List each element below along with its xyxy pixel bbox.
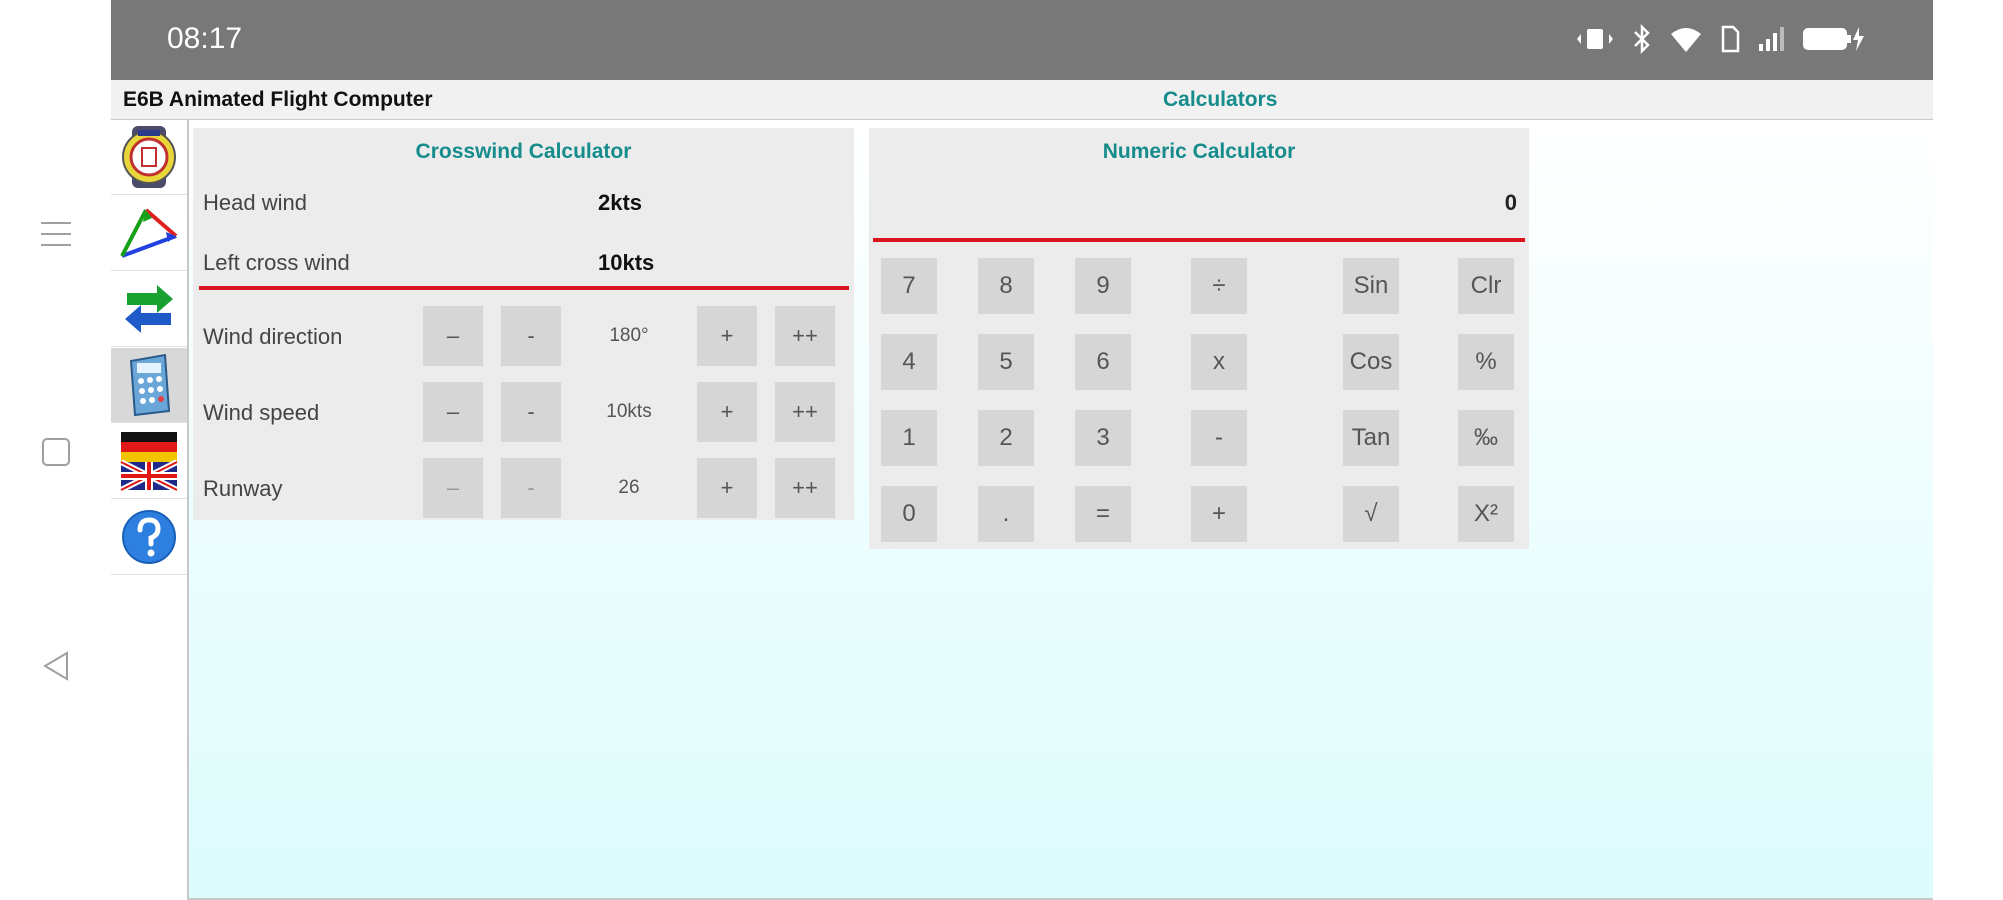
key-equals[interactable]: = [1075,486,1131,542]
wind-speed-decrease-button[interactable]: - [501,382,561,442]
key-8[interactable]: 8 [978,258,1034,314]
key-0[interactable]: 0 [881,486,937,542]
wind-direction-label: Wind direction [203,324,343,349]
sidebar-item-e6b[interactable] [111,120,187,195]
sidebar-item-help[interactable] [111,500,187,575]
wind-direction-increase-button[interactable]: + [697,306,757,366]
runway-decrease-large-button[interactable]: – [423,458,483,518]
key-clear[interactable]: Clr [1458,258,1514,314]
key-cos[interactable]: Cos [1343,334,1399,390]
numeric-calculator-panel: Numeric Calculator 0 7 8 9 ÷ Sin Clr 4 5… [869,128,1529,549]
help-icon [122,510,176,564]
key-7[interactable]: 7 [881,258,937,314]
head-wind-label: Head wind [203,190,307,215]
key-sin[interactable]: Sin [1343,258,1399,314]
runway-increase-button[interactable]: + [697,458,757,518]
signal-icon [1759,27,1784,51]
home-square-icon[interactable] [36,432,76,472]
status-icons [1575,24,1867,54]
key-square[interactable]: X² [1458,486,1514,542]
key-divide[interactable]: ÷ [1191,258,1247,314]
back-triangle-icon[interactable] [36,646,76,686]
status-bar: 08:17 [111,0,1933,80]
key-multiply[interactable]: x [1191,334,1247,390]
head-wind-value: 2kts [598,190,643,215]
key-per-mille[interactable]: ‰ [1458,410,1514,466]
app-title: E6B Animated Flight Computer [123,88,433,111]
app-window: 08:17 E6B Animated Flight Computer Calcu… [111,0,1933,900]
status-clock: 08:17 [167,22,243,55]
key-tan[interactable]: Tan [1343,410,1399,466]
numeric-title: Numeric Calculator [1102,140,1296,163]
menu-icon[interactable] [36,214,76,254]
bluetooth-icon [1634,24,1650,54]
key-sqrt[interactable]: √ [1343,486,1399,542]
wifi-icon [1671,28,1701,52]
wind-speed-increase-large-button[interactable]: ++ [775,382,835,442]
key-4[interactable]: 4 [881,334,937,390]
runway-label: Runway [203,476,283,501]
sidebar-item-converter[interactable] [111,272,187,347]
calculators-content: Crosswind Calculator Head wind 2kts Left… [187,120,1933,900]
sim-icon [1721,25,1740,53]
runway-decrease-button[interactable]: - [501,458,561,518]
key-add[interactable]: + [1191,486,1247,542]
calculator-display: 0 [1504,190,1517,215]
system-navigation-bar [0,0,111,900]
sidebar-item-wind-triangle[interactable] [111,196,187,271]
key-3[interactable]: 3 [1075,410,1131,466]
wind-direction-increase-large-button[interactable]: ++ [775,306,835,366]
app-title-bar: E6B Animated Flight Computer Calculators [111,80,1933,120]
wind-triangle-icon [120,208,178,258]
calculator-icon [129,353,171,417]
vibrate-icon [1577,29,1613,49]
wind-direction-decrease-large-button[interactable]: – [423,306,483,366]
crosswind-calculator-panel: Crosswind Calculator Head wind 2kts Left… [193,128,854,520]
cross-wind-value: 10kts [598,250,655,275]
key-6[interactable]: 6 [1075,334,1131,390]
key-1[interactable]: 1 [881,410,937,466]
e6b-logo-icon [122,126,176,188]
battery-charging-icon [1803,27,1864,51]
crosswind-title: Crosswind Calculator [415,140,632,163]
sidebar-item-calculators[interactable] [111,348,187,423]
wind-direction-decrease-button[interactable]: - [501,306,561,366]
convert-arrows-icon [125,285,173,333]
wind-speed-decrease-large-button[interactable]: – [423,382,483,442]
key-2[interactable]: 2 [978,410,1034,466]
runway-increase-large-button[interactable]: ++ [775,458,835,518]
key-subtract[interactable]: - [1191,410,1247,466]
key-decimal[interactable]: . [978,486,1034,542]
key-5[interactable]: 5 [978,334,1034,390]
wind-speed-value: 10kts [606,401,652,422]
crosswind-divider [199,286,849,290]
wind-direction-value: 180° [609,325,649,346]
key-percent[interactable]: % [1458,334,1514,390]
language-flags-icon [119,432,179,492]
sidebar-item-language[interactable] [111,424,187,499]
wind-speed-increase-button[interactable]: + [697,382,757,442]
app-sidebar [111,120,187,900]
cross-wind-label: Left cross wind [203,250,350,275]
key-9[interactable]: 9 [1075,258,1131,314]
section-title: Calculators [1163,88,1278,111]
wind-speed-label: Wind speed [203,400,320,425]
numeric-divider [873,238,1525,242]
runway-value: 26 [618,477,640,498]
